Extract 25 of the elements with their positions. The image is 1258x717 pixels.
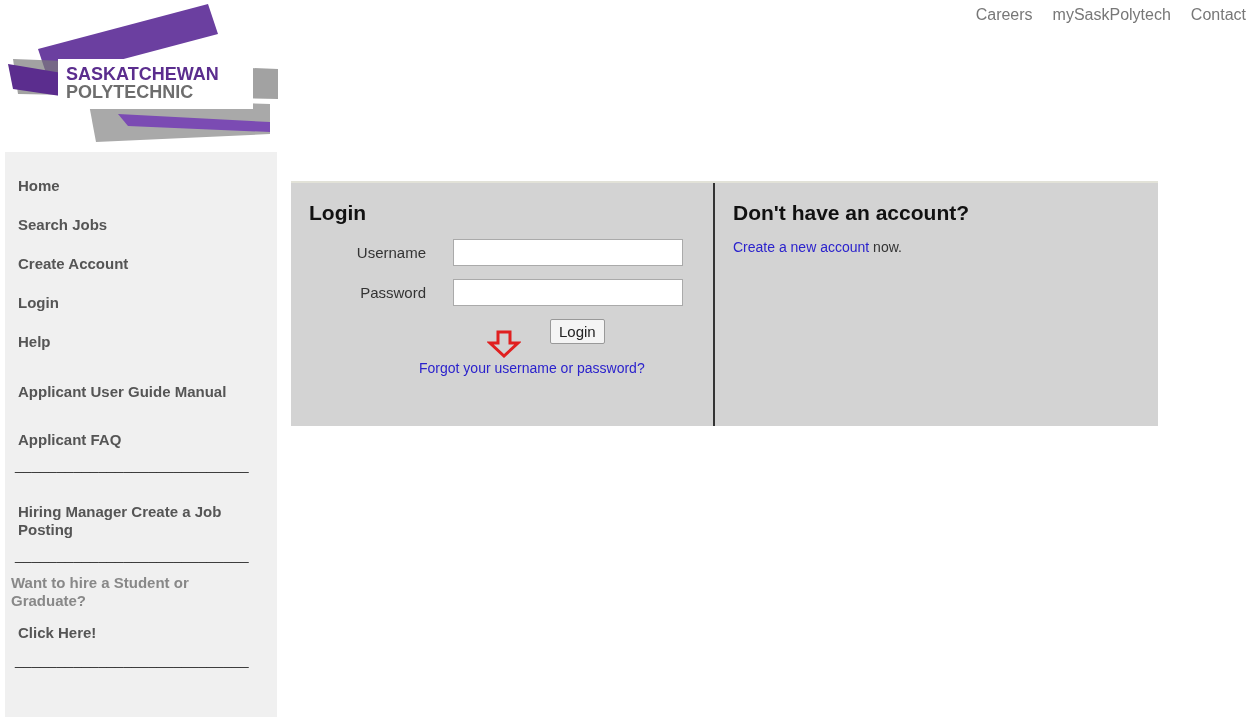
sidebar-link[interactable]: Help — [5, 333, 277, 351]
field-label: Password — [359, 284, 426, 301]
top-nav-link[interactable]: Careers — [975, 6, 1033, 24]
login-button[interactable]: Login — [550, 319, 605, 344]
sidebar-link[interactable]: Search Jobs — [5, 216, 277, 234]
divider-line: ____________________________ — [13, 546, 250, 564]
top-nav-link[interactable]: Contact — [1190, 6, 1246, 24]
logo[interactable]: SASKATCHEWAN POLYTECHNIC — [8, 4, 278, 144]
sidebar-link[interactable]: Click Here! — [5, 624, 277, 642]
sidebar-link[interactable]: Login — [5, 294, 277, 312]
signup-text: Create a new account now. — [733, 239, 903, 255]
sidebar-link[interactable]: Create Account — [5, 255, 277, 273]
top-nav-link[interactable]: mySaskPolytech — [1052, 6, 1171, 24]
create-account-link[interactable]: Create a new account — [733, 239, 870, 255]
sidebar-link[interactable]: Applicant FAQ — [5, 431, 277, 449]
sidebar-note: Want to hire a Student or Graduate? — [10, 574, 190, 610]
forgot-password-link[interactable]: Forgot your username or password? — [419, 360, 645, 376]
sidebar-link[interactable]: Applicant User Guide Manual — [5, 383, 277, 401]
sidebar-link[interactable]: Hiring Manager Create a Job Posting — [5, 503, 277, 539]
login-title: Login — [309, 201, 368, 225]
field-label: Username — [355, 244, 426, 261]
sidebar-link[interactable]: Home — [5, 177, 277, 195]
divider-line: ____________________________ — [13, 651, 250, 669]
divider-line: ____________________________ — [13, 456, 250, 474]
signup-title: Don't have an account? — [733, 201, 971, 225]
